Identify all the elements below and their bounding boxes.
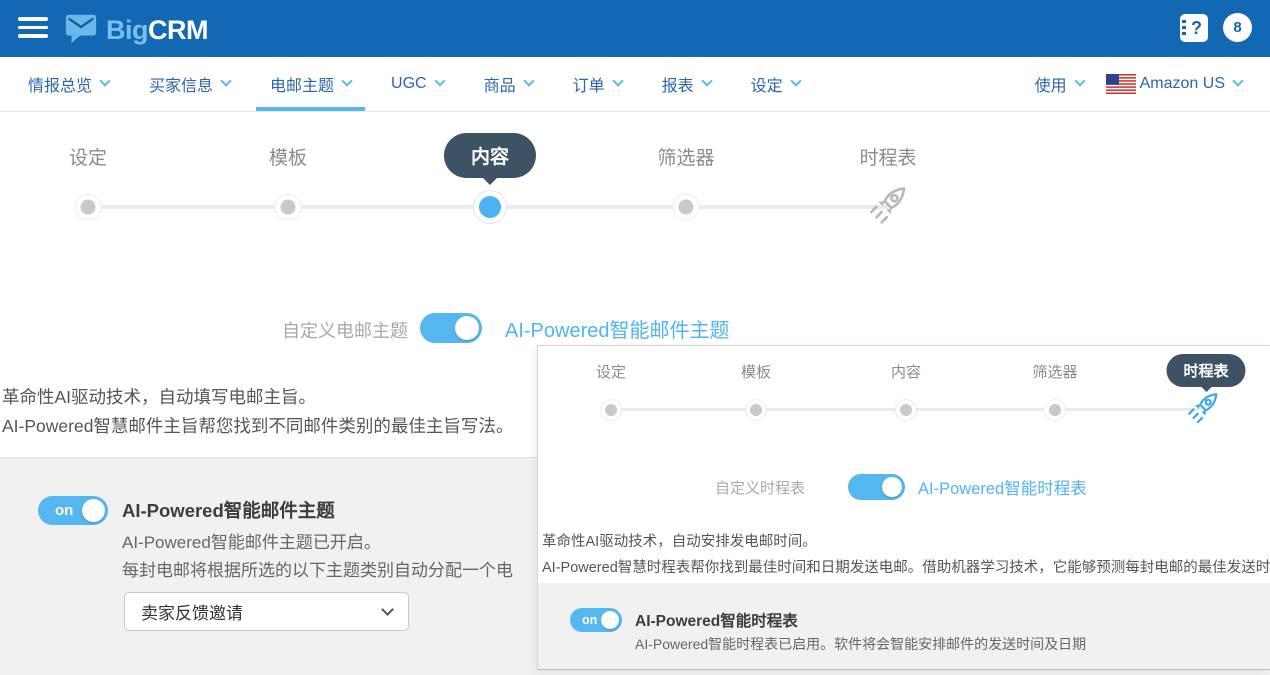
description-line: AI-Powered智慧时程表帮你找到最佳时间和日期发送电邮。借助机器学习技术，… <box>542 556 1270 577</box>
ai-schedule-panel: on AI-Powered智能时程表 AI-Powered智能时程表已启用。软件… <box>538 583 1270 669</box>
step-dot-filter[interactable] <box>679 200 694 215</box>
toggle-on-label: on <box>582 613 597 627</box>
custom-subject-toggle[interactable] <box>420 313 482 343</box>
toggle-knob <box>601 611 619 629</box>
nav-item-buyers[interactable]: 买家信息 <box>149 57 230 111</box>
o-step-template[interactable]: 模板 <box>741 361 771 382</box>
chevron-down-icon <box>1232 75 1243 86</box>
rocket-icon[interactable] <box>1184 389 1222 432</box>
toggle-on-label: on <box>55 502 73 519</box>
nav-right: 使用 Amazon US <box>1035 57 1242 111</box>
help-icon[interactable]: ? <box>1180 14 1208 42</box>
notification-badge[interactable]: 8 <box>1223 13 1252 42</box>
nav-left: 情报总览 买家信息 电邮主题 UGC 商品 订单 报表 设定 <box>28 57 800 111</box>
ai-schedule-status-text: AI-Powered智能时程表已启用。软件将会智能安排邮件的发送时间及日期 <box>635 634 1086 654</box>
us-flag-icon <box>1106 74 1136 94</box>
bigcrm-app: BigCRM ? 8 情报总览 买家信息 电邮主题 UGC 商品 订单 报表 设… <box>0 0 1270 675</box>
schedule-overlay-panel: 设定 模板 内容 筛选器 时程表 自定义时程表 AI-Powered智能时程表 … <box>537 345 1270 670</box>
chevron-down-icon <box>341 75 352 86</box>
o-step-settings[interactable]: 设定 <box>596 361 626 382</box>
step-schedule[interactable]: 时程表 <box>859 143 916 170</box>
chevron-down-icon <box>1074 75 1085 86</box>
o-step-content[interactable]: 内容 <box>891 361 921 382</box>
description-line: 革命性AI驱动技术，自动填写电邮主旨。 <box>2 384 316 409</box>
ai-subject-detail-text: 每封电邮将根据所选的以下主题类别自动分配一个电 <box>122 556 513 581</box>
step-dot-settings[interactable] <box>81 200 96 215</box>
o-step-filter[interactable]: 筛选器 <box>1032 361 1077 382</box>
nav-item-products[interactable]: 商品 <box>484 57 533 111</box>
brand-name: BigCRM <box>106 15 208 46</box>
chevron-down-icon <box>99 75 110 86</box>
ai-subject-link[interactable]: AI-Powered智能邮件主题 <box>505 314 730 343</box>
chevron-down-icon <box>523 75 534 86</box>
step-settings[interactable]: 设定 <box>69 143 107 170</box>
chevron-down-icon <box>612 75 623 86</box>
topic-category-select[interactable]: 卖家反馈邀请 <box>124 592 409 631</box>
o-step-schedule-active[interactable]: 时程表 <box>1166 354 1245 387</box>
ai-schedule-on-toggle[interactable]: on <box>570 608 622 632</box>
envelope-logo-icon <box>62 10 100 51</box>
o-step-dot-content[interactable] <box>900 404 912 416</box>
main-nav: 情报总览 买家信息 电邮主题 UGC 商品 订单 报表 设定 使用 Amazon… <box>0 57 1270 112</box>
ai-subject-panel-title: AI-Powered智能邮件主题 <box>122 497 335 523</box>
description-line: 革命性AI驱动技术，自动安排发电邮时间。 <box>542 530 817 551</box>
step-content-active[interactable]: 内容 <box>444 133 536 178</box>
nav-item-orders[interactable]: 订单 <box>573 57 622 111</box>
chevron-down-icon <box>790 75 801 86</box>
ai-subject-status-text: AI-Powered智能邮件主题已开启。 <box>122 528 381 553</box>
nav-item-usage[interactable]: 使用 <box>1035 57 1084 111</box>
chevron-down-icon <box>701 75 712 86</box>
o-step-dot-settings[interactable] <box>605 404 617 416</box>
chevron-down-icon <box>381 603 394 616</box>
custom-subject-label: 自定义电邮主题 <box>282 317 408 343</box>
brand-logo[interactable]: BigCRM <box>62 10 208 51</box>
description-line: AI-Powered智慧邮件主旨帮您找到不同邮件类别的最佳主旨写法。 <box>2 413 513 438</box>
toggle-knob <box>455 316 479 340</box>
marketplace-selector[interactable]: Amazon US <box>1106 57 1242 111</box>
custom-schedule-label: 自定义时程表 <box>715 477 805 498</box>
rocket-icon[interactable] <box>865 182 911 233</box>
nav-item-email-topics[interactable]: 电邮主题 <box>270 57 351 111</box>
hamburger-icon[interactable] <box>18 17 48 39</box>
toggle-knob <box>882 477 902 497</box>
step-dot-template[interactable] <box>281 200 296 215</box>
step-dot-content-active[interactable] <box>479 196 501 218</box>
ai-schedule-panel-title: AI-Powered智能时程表 <box>635 609 798 631</box>
chevron-down-icon <box>220 75 231 86</box>
nav-item-settings[interactable]: 设定 <box>751 57 800 111</box>
step-filter[interactable]: 筛选器 <box>657 143 714 170</box>
chevron-down-icon <box>434 75 445 86</box>
custom-schedule-toggle[interactable] <box>848 474 905 500</box>
nav-item-reports[interactable]: 报表 <box>662 57 711 111</box>
nav-item-intel[interactable]: 情报总览 <box>28 57 109 111</box>
o-step-dot-filter[interactable] <box>1049 404 1061 416</box>
step-template[interactable]: 模板 <box>269 143 307 170</box>
ai-schedule-link[interactable]: AI-Powered智能时程表 <box>918 475 1087 499</box>
selected-option-label: 卖家反馈邀请 <box>141 599 243 624</box>
nav-item-ugc[interactable]: UGC <box>391 57 444 111</box>
ai-subject-on-toggle[interactable]: on <box>38 496 108 525</box>
app-header: BigCRM ? 8 <box>0 0 1270 57</box>
o-step-dot-template[interactable] <box>750 404 762 416</box>
toggle-knob <box>82 499 105 522</box>
